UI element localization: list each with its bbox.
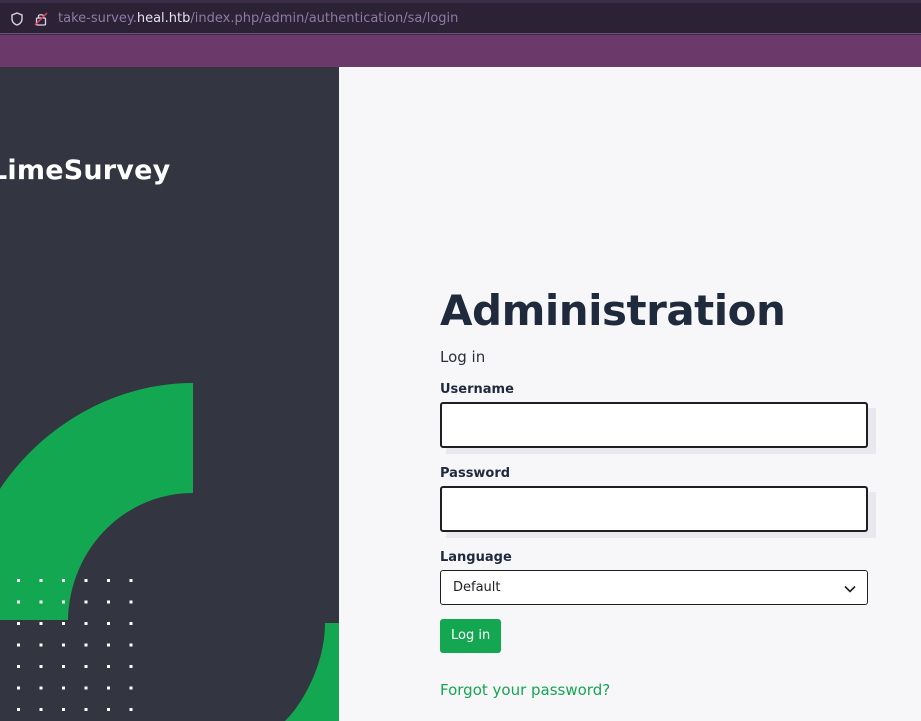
decorative-dot (129, 665, 133, 668)
decorative-dot (129, 643, 133, 647)
language-selected-value: Default (453, 580, 501, 595)
url-host: heal.htb (136, 10, 191, 26)
page-title: Administration (440, 286, 786, 335)
decorative-dot (62, 579, 65, 582)
login-subtitle: Log in (440, 348, 486, 366)
decorative-shapes (0, 383, 339, 721)
decorative-dot (39, 665, 43, 668)
browser-toolbar-strip (0, 35, 921, 67)
branding-panel: LimeSurvey (0, 67, 339, 721)
decorative-dot (39, 686, 43, 690)
decorative-dot (62, 643, 65, 647)
shield-icon[interactable] (10, 11, 24, 26)
decorative-dot (39, 643, 43, 647)
decorative-dot (84, 665, 88, 668)
decorative-dot (129, 622, 133, 625)
language-label: Language (440, 550, 512, 565)
url-path: /index.php/admin/authentication/sa/login (190, 10, 459, 26)
decorative-dot (39, 622, 43, 625)
decorative-dot (107, 622, 110, 625)
login-button[interactable]: Log in (440, 619, 502, 653)
login-form: Administration Log in Username Password … (440, 285, 876, 699)
decorative-dot (107, 686, 110, 690)
login-panel: Administration Log in Username Password … (339, 67, 921, 721)
decorative-dot (62, 600, 65, 604)
decorative-dot (84, 600, 88, 604)
decorative-dot (39, 579, 43, 582)
decorative-dot (129, 600, 133, 604)
chevron-down-icon (844, 578, 856, 597)
username-input[interactable] (440, 402, 868, 448)
decorative-dot (17, 579, 20, 582)
decorative-dot (62, 622, 65, 625)
decorative-dot (107, 665, 110, 668)
decorative-dot (39, 600, 43, 604)
forgot-password-link[interactable]: Forgot your password? (440, 681, 868, 699)
decorative-dot (107, 600, 110, 604)
decorative-dot (107, 643, 110, 647)
decorative-dot (84, 643, 88, 647)
decorative-dot (17, 622, 20, 625)
decorative-dot (17, 600, 20, 604)
username-field-wrap (440, 402, 876, 454)
decorative-dot (129, 579, 133, 582)
decorative-dot (107, 708, 110, 711)
decorative-dot (129, 708, 133, 711)
decorative-dot (84, 708, 88, 711)
decorative-dot (129, 686, 133, 690)
lock-insecure-icon[interactable] (34, 11, 48, 26)
language-select[interactable]: Default (440, 570, 868, 605)
decorative-dot (84, 579, 88, 582)
decorative-dot (17, 665, 20, 668)
url-prefix: take-survey. (58, 10, 137, 26)
decorative-dot (62, 665, 65, 668)
url-text[interactable]: take-survey.heal.htb/index.php/admin/aut… (58, 11, 458, 26)
password-field-wrap (440, 486, 876, 538)
username-label: Username (440, 382, 514, 397)
browser-url-bar: take-survey.heal.htb/index.php/admin/aut… (0, 0, 921, 35)
decorative-dot (62, 686, 65, 690)
password-label: Password (440, 466, 511, 481)
decorative-dot (39, 708, 43, 711)
decorative-dot (17, 643, 20, 647)
decorative-dot (107, 579, 110, 582)
decorative-dot (17, 686, 20, 690)
password-input[interactable] (440, 486, 868, 532)
decorative-dot (84, 622, 88, 625)
decorative-dot (17, 708, 20, 711)
decorative-dot (84, 686, 88, 690)
decorative-dot (62, 708, 65, 711)
address-field[interactable]: take-survey.heal.htb/index.php/admin/aut… (0, 3, 921, 34)
